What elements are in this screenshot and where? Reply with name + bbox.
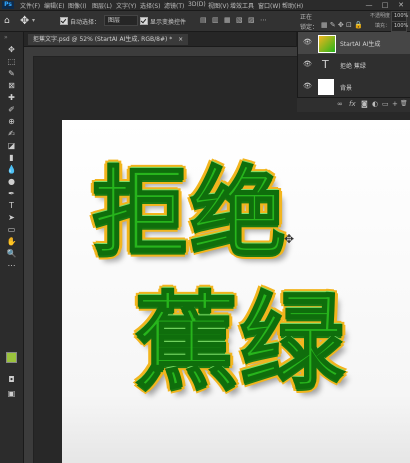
visibility-eye-icon[interactable]: 👁 bbox=[303, 82, 312, 90]
history-brush-tool-icon[interactable]: ✍ bbox=[6, 128, 17, 139]
vertical-ruler[interactable] bbox=[24, 56, 34, 463]
clone-tool-icon[interactable]: ⊕ bbox=[6, 116, 17, 127]
zoom-tool-icon[interactable]: 🔍 bbox=[6, 248, 17, 259]
artwork-line-2: 蕉绿 bbox=[133, 281, 347, 403]
eraser-tool-icon[interactable]: ◪ bbox=[6, 140, 17, 151]
more-icon[interactable]: ⋯ bbox=[260, 16, 267, 24]
menu-select[interactable]: 选择(S) bbox=[140, 1, 161, 10]
tab-close-icon[interactable]: × bbox=[178, 36, 183, 43]
layer-row[interactable]: 👁 背景 bbox=[298, 76, 410, 98]
path-select-tool-icon[interactable]: ➤ bbox=[6, 212, 17, 223]
layer-row[interactable]: 👁 T 拒绝 蕉绿 bbox=[298, 54, 410, 76]
menu-layer[interactable]: 图层(L) bbox=[92, 1, 112, 10]
dodge-tool-icon[interactable]: ● bbox=[6, 176, 17, 187]
pen-tool-icon[interactable]: ✒ bbox=[6, 188, 17, 199]
menu-image[interactable]: 图像(I) bbox=[68, 1, 86, 10]
menu-view[interactable]: 视图(V) bbox=[208, 1, 229, 10]
menu-edit[interactable]: 编辑(E) bbox=[44, 1, 64, 10]
foreground-color-swatch[interactable] bbox=[6, 352, 17, 363]
auto-select-dropdown[interactable]: 图层 bbox=[104, 15, 138, 26]
home-icon[interactable]: ⌂ bbox=[4, 16, 10, 26]
lock-label: 锁定： bbox=[300, 24, 319, 31]
show-transform-label: 显示变换控件 bbox=[150, 19, 187, 26]
maximize-button[interactable]: □ bbox=[378, 0, 392, 10]
fill-label: 填充： bbox=[375, 23, 391, 29]
menu-plugins[interactable]: 增效工具 bbox=[230, 1, 254, 10]
move-options-icon[interactable]: ✥ bbox=[20, 14, 29, 27]
artboard[interactable]: 拒绝 蕉绿 ✥ bbox=[62, 120, 410, 463]
group-icon[interactable]: ▭ bbox=[382, 100, 389, 108]
new-layer-icon[interactable]: + bbox=[392, 100, 398, 108]
document-tab[interactable]: 拒蕉文字.psd @ 52% (StartAI AI生成, RGB/8#) * … bbox=[28, 34, 189, 45]
move-cursor-icon: ✥ bbox=[284, 232, 295, 246]
type-tool-icon[interactable]: T bbox=[6, 200, 17, 211]
fx-icon[interactable]: fx bbox=[349, 100, 356, 108]
tools-panel: » ✥ A ⬚ ഠ ✎ ⌗ ⊠ ◸ ✚ ✐ ⊕ ✍ ◪ ▮ 💧 ● ✒ T ➤ … bbox=[0, 32, 39, 463]
blur-tool-icon[interactable]: 💧 bbox=[6, 164, 17, 175]
more-tools-icon[interactable]: ⋯ bbox=[6, 260, 17, 271]
panel-title: 正在 bbox=[300, 14, 313, 21]
distribute-icon[interactable]: ▨ bbox=[248, 16, 255, 24]
layer-thumbnail bbox=[318, 35, 336, 53]
visibility-eye-icon[interactable]: 👁 bbox=[303, 38, 312, 46]
auto-select-label: 自动选择： bbox=[70, 19, 101, 26]
minimize-button[interactable]: — bbox=[362, 0, 376, 10]
collapse-icon[interactable]: » bbox=[4, 34, 8, 41]
menu-window[interactable]: 窗口(W) bbox=[258, 1, 281, 10]
quick-select-tool-icon[interactable]: ✎ bbox=[6, 68, 17, 79]
rectangle-tool-icon[interactable]: ▭ bbox=[6, 224, 17, 235]
document-tab-bar: 拒蕉文字.psd @ 52% (StartAI AI生成, RGB/8#) * … bbox=[24, 32, 296, 47]
artwork-line-1: 拒绝 bbox=[91, 157, 288, 269]
menu-file[interactable]: 文件(F) bbox=[20, 1, 40, 10]
layers-footer: ∞ fx ◙ ◐ ▭ + 🗑 bbox=[297, 97, 410, 112]
menu-filter[interactable]: 滤镜(T) bbox=[164, 1, 184, 10]
link-icon[interactable]: ∞ bbox=[337, 100, 343, 108]
gradient-tool-icon[interactable]: ▮ bbox=[6, 152, 17, 163]
layer-name: 拒绝 蕉绿 bbox=[340, 63, 366, 70]
close-button[interactable]: ✕ bbox=[394, 0, 408, 10]
layer-name: StartAI AI生成 bbox=[340, 41, 381, 48]
menu-3d[interactable]: 3D(D) bbox=[188, 1, 206, 8]
fill-field[interactable]: 100% bbox=[391, 21, 408, 32]
hand-tool-icon[interactable]: ✋ bbox=[6, 236, 17, 247]
quick-mask-icon[interactable]: ◘ bbox=[6, 374, 17, 385]
align-buttons: ▤ ▥ ▦ ▧ ▨ ⋯ bbox=[200, 16, 270, 25]
menu-help[interactable]: 帮助(H) bbox=[282, 1, 303, 10]
photoshop-logo: Ps bbox=[2, 1, 14, 9]
menu-bar: Ps 文件(F) 编辑(E) 图像(I) 图层(L) 文字(Y) 选择(S) 滤… bbox=[0, 0, 410, 11]
lock-pixels-icon[interactable]: ▦ ✎ ✥ ⊡ 🔒 bbox=[321, 21, 363, 29]
layer-thumbnail bbox=[318, 79, 334, 95]
menu-type[interactable]: 文字(Y) bbox=[116, 1, 136, 10]
frame-tool-icon[interactable]: ⊠ bbox=[6, 80, 17, 91]
adjustment-icon[interactable]: ◐ bbox=[372, 100, 378, 108]
document-tab-title: 拒蕉文字.psd @ 52% (StartAI AI生成, RGB/8#) * bbox=[33, 36, 173, 43]
layers-panel-header: 正在 锁定： ▦ ✎ ✥ ⊡ 🔒 不透明度： 100% 填充： 100% bbox=[297, 11, 410, 32]
move-tool-icon[interactable]: ✥ bbox=[6, 44, 17, 55]
marquee-tool-icon[interactable]: ⬚ bbox=[6, 56, 17, 67]
chevron-down-icon[interactable]: ▾ bbox=[32, 17, 35, 24]
layer-name: 背景 bbox=[340, 85, 353, 92]
align-center-icon[interactable]: ▥ bbox=[212, 16, 219, 24]
auto-select-checkbox[interactable] bbox=[60, 17, 68, 25]
mask-icon[interactable]: ◙ bbox=[361, 100, 368, 108]
align-left-icon[interactable]: ▤ bbox=[200, 16, 207, 24]
layer-row[interactable]: 👁 StartAI AI生成 bbox=[298, 32, 410, 54]
text-layer-icon: T bbox=[322, 58, 329, 71]
screen-mode-icon[interactable]: ▣ bbox=[6, 388, 17, 399]
healing-tool-icon[interactable]: ✚ bbox=[6, 92, 17, 103]
show-transform-checkbox[interactable] bbox=[140, 17, 148, 25]
align-top-icon[interactable]: ▧ bbox=[236, 16, 243, 24]
visibility-eye-icon[interactable]: 👁 bbox=[303, 60, 312, 68]
trash-icon[interactable]: 🗑 bbox=[400, 100, 408, 107]
align-right-icon[interactable]: ▦ bbox=[224, 16, 231, 24]
brush-tool-icon[interactable]: ✐ bbox=[6, 104, 17, 115]
